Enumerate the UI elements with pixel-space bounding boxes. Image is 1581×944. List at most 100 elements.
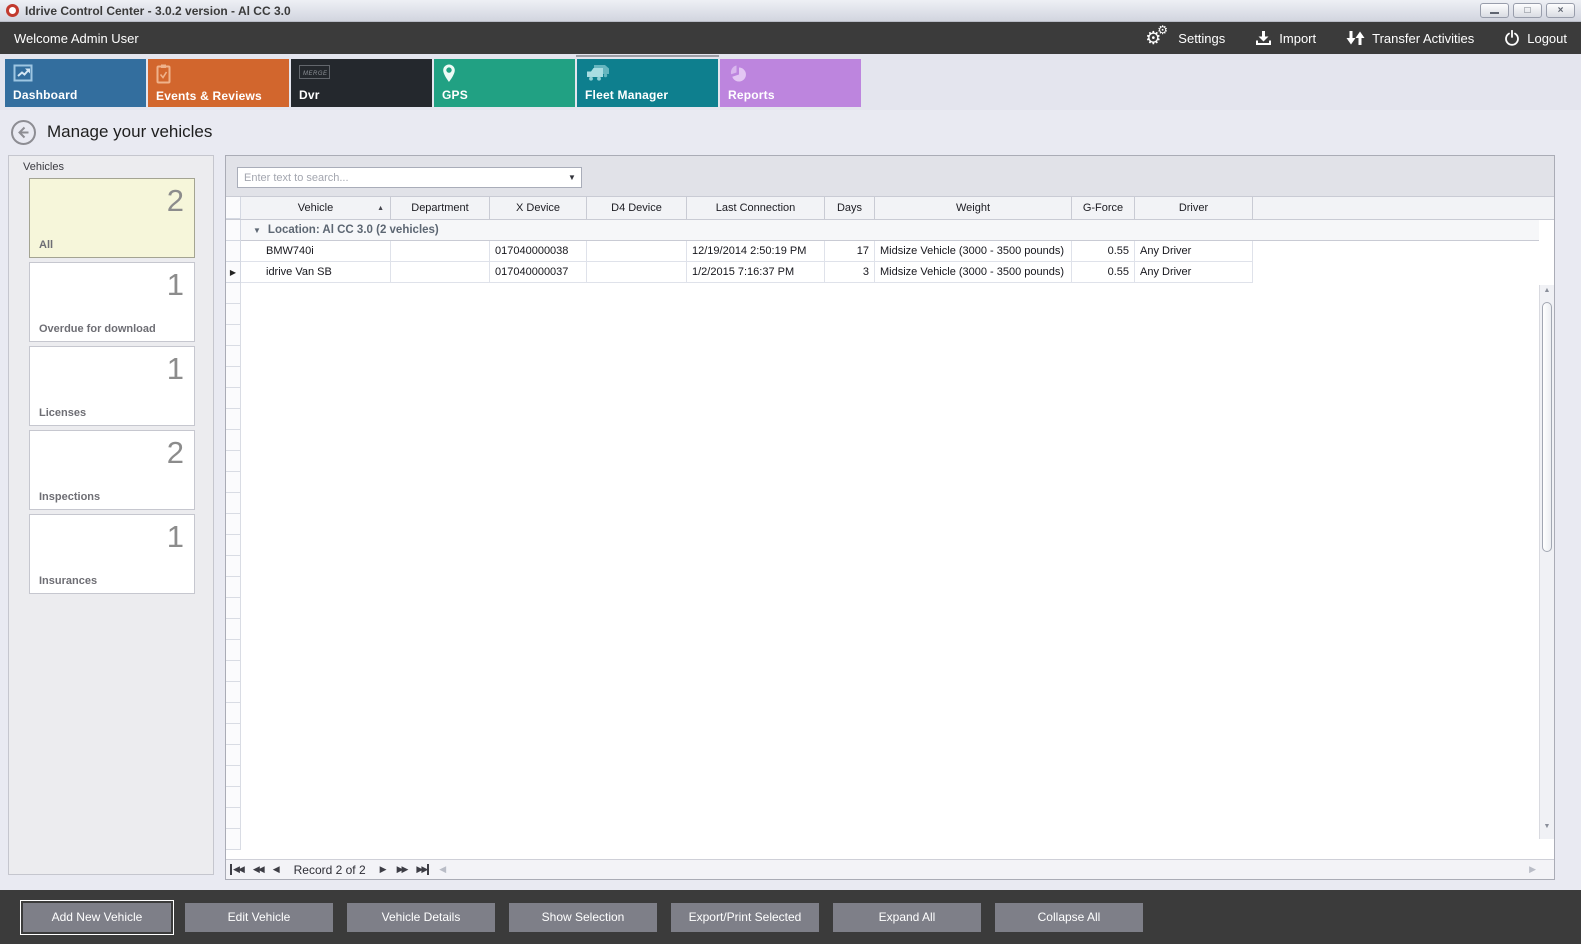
empty-indicator-cell (226, 808, 241, 829)
expand-all-button[interactable]: Expand All (833, 903, 981, 932)
empty-indicator-cell (226, 724, 241, 745)
empty-indicator-cell (226, 304, 241, 325)
vertical-scrollbar-thumb[interactable] (1542, 302, 1552, 552)
app-logo-icon (6, 4, 19, 17)
tab-fleet-manager[interactable]: Fleet Manager (577, 59, 718, 107)
cell-department (391, 262, 490, 283)
cell-driver: Any Driver (1135, 241, 1253, 262)
logout-button[interactable]: Logout (1504, 30, 1567, 46)
search-input[interactable] (238, 172, 563, 184)
cell-x-device: 017040000038 (490, 241, 587, 262)
transfer-activities-button[interactable]: Transfer Activities (1346, 30, 1474, 46)
card-count: 1 (167, 351, 184, 387)
current-row-arrow-icon: ▶ (226, 262, 241, 283)
column-header-g-force[interactable]: G-Force (1072, 197, 1135, 219)
table-row[interactable]: ▶ idrive Van SB 017040000037 1/2/2015 7:… (226, 262, 1539, 283)
row-indicator-cell (226, 241, 241, 262)
chevron-down-icon[interactable]: ▼ (563, 173, 581, 182)
card-label: Inspections (39, 491, 100, 503)
cell-filler (1253, 262, 1539, 283)
vehicle-filter-card-all[interactable]: 2 All (29, 178, 195, 258)
vehicle-filter-card-overdue[interactable]: 1 Overdue for download (29, 262, 195, 342)
scroll-up-icon[interactable]: ▲ (1540, 287, 1554, 301)
settings-button[interactable]: ⚙⚙ Settings (1145, 27, 1225, 49)
vehicle-filter-card-insurances[interactable]: 1 Insurances (29, 514, 195, 594)
tab-gps[interactable]: GPS (434, 59, 575, 107)
column-header-filler (1253, 197, 1539, 219)
cell-vehicle: BMW740i (241, 241, 391, 262)
transfer-activities-label: Transfer Activities (1372, 31, 1474, 46)
import-button[interactable]: Import (1255, 30, 1316, 47)
scroll-down-icon[interactable]: ▼ (1540, 823, 1554, 837)
column-header-d4-device[interactable]: D4 Device (587, 197, 687, 219)
show-selection-button[interactable]: Show Selection (509, 903, 657, 932)
close-button[interactable]: × (1546, 3, 1575, 18)
module-tab-bar: Dashboard Events & Reviews MERGE Dvr GPS… (0, 54, 1581, 110)
previous-page-button[interactable]: ◀◀ (253, 864, 263, 875)
record-navigator: ◀◀ ◀◀ ◀ Record 2 of 2 ▶ ▶▶ ▶▶ ◀ ▶ (226, 859, 1554, 879)
empty-indicator-cell (226, 325, 241, 346)
tab-dashboard[interactable]: Dashboard (5, 59, 146, 107)
column-header-weight[interactable]: Weight (875, 197, 1072, 219)
clipboard-check-icon (156, 64, 281, 89)
vehicle-details-button[interactable]: Vehicle Details (347, 903, 495, 932)
previous-record-button[interactable]: ◀ (273, 864, 280, 875)
empty-indicator-cell (226, 493, 241, 514)
empty-indicator-cell (226, 514, 241, 535)
sort-ascending-icon: ▲ (377, 205, 384, 212)
minimize-button[interactable] (1480, 3, 1509, 18)
column-header-department[interactable]: Department (391, 197, 490, 219)
vertical-scrollbar[interactable]: ▲ ▼ (1539, 285, 1554, 839)
empty-indicator-cell (226, 388, 241, 409)
logout-label: Logout (1527, 31, 1567, 46)
title-bar: Idrive Control Center - 3.0.2 version - … (0, 0, 1581, 22)
next-record-button[interactable]: ▶ (380, 864, 387, 875)
empty-indicator-cell (226, 367, 241, 388)
hscroll-right-icon[interactable]: ▶ (1529, 864, 1536, 875)
group-row-location[interactable]: ▼ Location: Al CC 3.0 (2 vehicles) (226, 220, 1539, 241)
add-new-vehicle-button[interactable]: Add New Vehicle (23, 903, 171, 932)
cell-g-force: 0.55 (1072, 241, 1135, 262)
cell-g-force: 0.55 (1072, 262, 1135, 283)
column-header-last-connection[interactable]: Last Connection (687, 197, 825, 219)
vehicle-filter-card-inspections[interactable]: 2 Inspections (29, 430, 195, 510)
back-button[interactable] (10, 119, 37, 146)
next-page-button[interactable]: ▶▶ (397, 864, 407, 875)
table-row[interactable]: BMW740i 017040000038 12/19/2014 2:50:19 … (226, 241, 1539, 262)
last-record-button[interactable]: ▶▶ (416, 864, 429, 875)
card-label: Licenses (39, 407, 86, 419)
empty-indicator-cell (226, 703, 241, 724)
download-icon (1255, 30, 1272, 47)
empty-indicator-cell (226, 787, 241, 808)
empty-indicator-cell (226, 472, 241, 493)
empty-row-indicator-strip (226, 283, 241, 850)
column-header-x-device[interactable]: X Device (490, 197, 587, 219)
tab-label: Reports (728, 88, 853, 102)
export-print-selected-button[interactable]: Export/Print Selected (671, 903, 819, 932)
edit-vehicle-button[interactable]: Edit Vehicle (185, 903, 333, 932)
window-title: Idrive Control Center - 3.0.2 version - … (25, 4, 291, 18)
column-header-driver[interactable]: Driver (1135, 197, 1253, 219)
first-record-button[interactable]: ◀◀ (230, 864, 243, 875)
tab-dvr[interactable]: MERGE Dvr (291, 59, 432, 107)
tab-reports[interactable]: Reports (720, 59, 861, 107)
cell-filler (1253, 241, 1539, 262)
hscroll-left-icon[interactable]: ◀ (439, 864, 446, 875)
page-heading: Manage your vehicles (0, 112, 1581, 152)
empty-indicator-cell (226, 451, 241, 472)
collapse-group-icon[interactable]: ▼ (253, 226, 261, 235)
group-label: Location: Al CC 3.0 (2 vehicles) (268, 224, 439, 236)
collapse-all-button[interactable]: Collapse All (995, 903, 1143, 932)
transfer-arrows-icon (1346, 30, 1365, 46)
empty-indicator-cell (226, 598, 241, 619)
gears-icon: ⚙⚙ (1145, 27, 1171, 49)
cell-d4-device (587, 262, 687, 283)
power-icon (1504, 30, 1520, 46)
tab-events-reviews[interactable]: Events & Reviews (148, 59, 289, 107)
empty-indicator-cell (226, 682, 241, 703)
vehicle-filter-card-licenses[interactable]: 1 Licenses (29, 346, 195, 426)
tab-label: Fleet Manager (585, 88, 710, 102)
maximize-button[interactable]: □ (1513, 3, 1542, 18)
column-header-vehicle[interactable]: Vehicle▲ (241, 197, 391, 219)
column-header-days[interactable]: Days (825, 197, 875, 219)
